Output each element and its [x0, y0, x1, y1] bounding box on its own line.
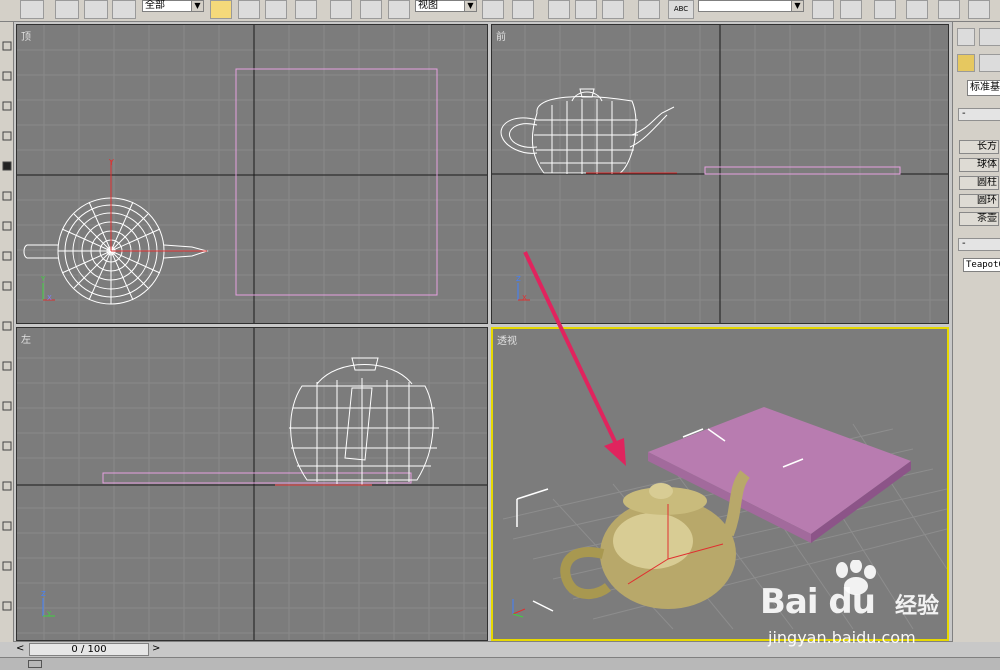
command-panel: 标准基 - 长方 球体 圆柱 圆环 茶壶 - Teapot0: [952, 22, 1000, 642]
selection-filter-dropdown[interactable]: 全部 ▼: [142, 0, 204, 12]
rollout-name-color-toggle[interactable]: -: [958, 238, 1000, 251]
viewport-left[interactable]: 左 ZY: [16, 327, 488, 641]
material-editor-icon[interactable]: [968, 0, 990, 19]
object-category-dropdown[interactable]: 标准基: [967, 80, 1000, 96]
axis-tripod-icon: ZY: [41, 590, 55, 618]
schematic-view-icon[interactable]: [938, 0, 960, 19]
time-slider-bar: < 0 / 100 >: [14, 641, 952, 657]
shapes-icon[interactable]: [979, 54, 1000, 72]
select-object-icon[interactable]: [210, 0, 232, 19]
viewport-label: 左: [21, 335, 31, 346]
edit-named-selections-icon[interactable]: ABC: [668, 0, 694, 19]
align-icon[interactable]: [840, 0, 862, 19]
rectangular-selection-icon[interactable]: [265, 0, 287, 19]
chevron-left-icon[interactable]: <: [16, 643, 24, 654]
track-bar[interactable]: [0, 657, 1000, 670]
bind-spacewarp-icon[interactable]: [112, 0, 136, 19]
create-tab-icon[interactable]: [957, 28, 975, 46]
mirror-icon[interactable]: [812, 0, 834, 19]
reference-coord-dropdown[interactable]: 视图 ▼: [415, 0, 477, 12]
angle-snap-icon[interactable]: [575, 0, 597, 19]
box-button[interactable]: 长方: [959, 140, 999, 154]
chevron-down-icon: ▼: [191, 1, 203, 11]
select-manipulate-icon[interactable]: [512, 0, 534, 19]
rollout-object-type-toggle[interactable]: -: [958, 108, 1000, 121]
chevron-down-icon: ▼: [791, 1, 803, 11]
reference-coord-value: 视图: [418, 0, 438, 11]
left-vertical-toolbar: [0, 22, 14, 642]
geometry-icon[interactable]: [957, 54, 975, 72]
torus-button[interactable]: 圆环: [959, 194, 999, 208]
object-name-input[interactable]: Teapot0: [963, 258, 1000, 272]
3dsmax-window: 全部 ▼ 视图 ▼ ABC ▼ 顶 Y Y X 前 Z X 左 Z Y 透视 标…: [0, 0, 1000, 670]
svg-text:Y: Y: [108, 158, 114, 167]
selection-filter-value: 全部: [145, 0, 165, 11]
viewport-top[interactable]: 顶 Y YX: [16, 24, 488, 324]
teapot-left-wireframe[interactable]: [289, 357, 439, 485]
named-selection-sets-dropdown[interactable]: ▼: [698, 0, 804, 12]
teapot-front-wireframe[interactable]: [500, 88, 675, 174]
plane-wireframe[interactable]: [704, 166, 901, 175]
select-link-icon[interactable]: [55, 0, 79, 19]
svg-text:Z: Z: [41, 590, 46, 598]
rotate-icon[interactable]: [360, 0, 382, 19]
select-by-name-icon[interactable]: [238, 0, 260, 19]
trackbar-toggle-icon[interactable]: [28, 660, 42, 668]
top-view-canvas: Y YX: [17, 25, 487, 323]
pivot-center-icon[interactable]: [482, 0, 504, 19]
percent-snap-icon[interactable]: [602, 0, 624, 19]
modify-tab-icon[interactable]: [979, 28, 1000, 46]
undo-icon[interactable]: [20, 0, 44, 19]
axis-tripod-icon: YX: [40, 275, 55, 302]
annotation-arrow: [523, 251, 626, 466]
viewport-label: 前: [496, 32, 506, 43]
axis-tripod-icon: [512, 599, 526, 618]
plane-wireframe[interactable]: [235, 68, 438, 296]
scale-icon[interactable]: [388, 0, 410, 19]
layer-manager-icon[interactable]: [874, 0, 896, 19]
svg-text:Y: Y: [46, 610, 52, 618]
left-toolbar-icons[interactable]: [0, 22, 14, 642]
sphere-button[interactable]: 球体: [959, 158, 999, 172]
chevron-down-icon: ▼: [464, 1, 476, 11]
time-slider[interactable]: 0 / 100: [29, 643, 149, 656]
svg-text:Y: Y: [40, 275, 46, 283]
frame-counter: 0 / 100: [71, 644, 107, 655]
left-view-canvas: ZY: [17, 328, 487, 640]
cylinder-button[interactable]: 圆柱: [959, 176, 999, 190]
spinner-snap-icon[interactable]: [638, 0, 660, 19]
teapot-button[interactable]: 茶壶: [959, 212, 999, 226]
move-icon[interactable]: [330, 0, 352, 19]
window-crossing-icon[interactable]: [295, 0, 317, 19]
viewport-label: 顶: [21, 32, 31, 43]
chevron-right-icon[interactable]: >: [152, 643, 160, 654]
main-toolbar: 全部 ▼ 视图 ▼ ABC ▼: [0, 0, 1000, 22]
snap-toggle-icon[interactable]: [548, 0, 570, 19]
unlink-icon[interactable]: [84, 0, 108, 19]
svg-text:X: X: [47, 294, 52, 302]
curve-editor-icon[interactable]: [906, 0, 928, 19]
